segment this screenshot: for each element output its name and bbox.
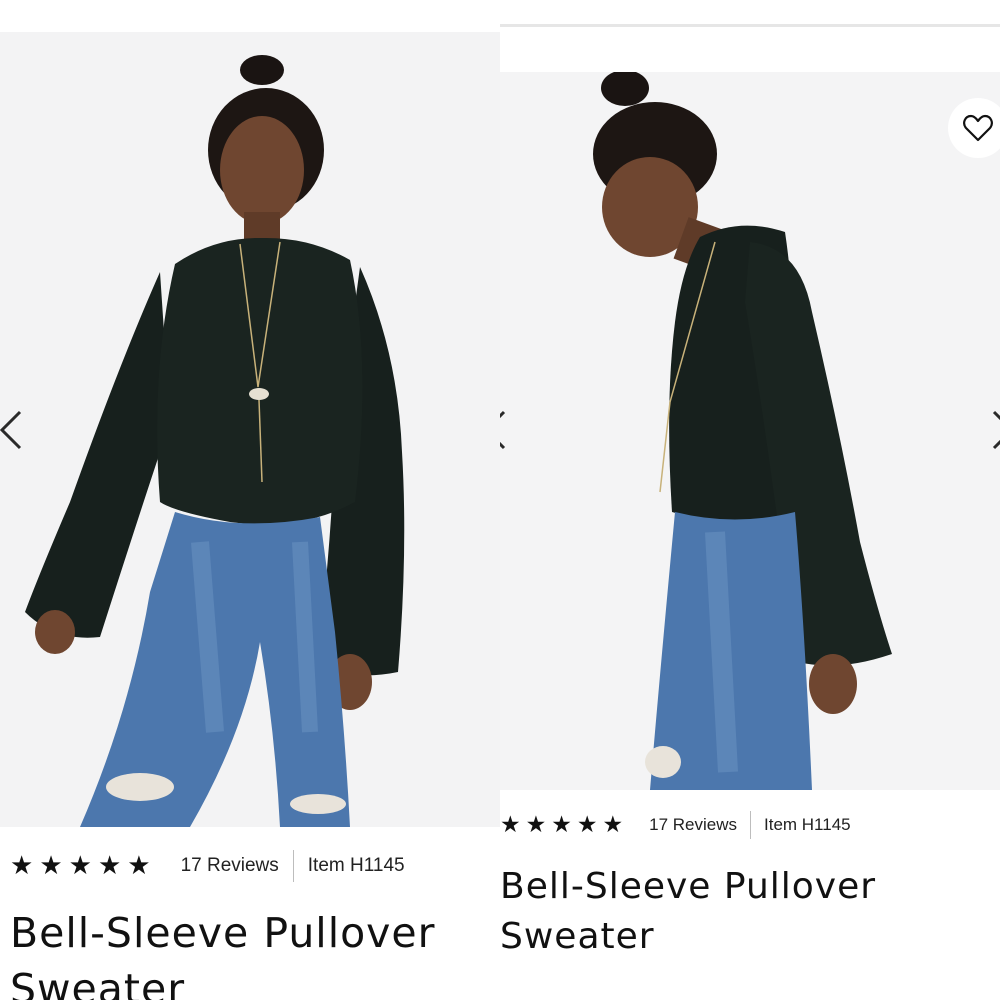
product-image-side[interactable] [500,72,1000,790]
star-rating: ★ ★ ★ ★ ★ [500,811,624,838]
star-filled-icon: ★ [551,811,572,838]
product-title: Bell-Sleeve Pullover Sweater [10,905,436,1000]
top-bar [500,0,1000,27]
top-bar [0,0,500,32]
star-filled-icon: ★ [525,811,547,838]
chevron-right-icon [992,410,1000,450]
star-filled-icon: ★ [10,851,34,881]
star-rating: ★ ★ ★ ★ ★ [10,853,151,879]
star-filled-icon: ★ [97,851,122,881]
product-image-front[interactable] [0,32,500,827]
product-title-line2: Sweater [500,916,655,957]
header-space [500,27,1000,72]
chevron-left-icon [500,410,506,450]
prev-image-button[interactable] [0,400,34,460]
star-filled-icon: ★ [576,811,598,838]
divider [292,850,294,882]
item-number: Item H1145 [307,855,405,876]
chevron-left-icon [0,410,22,450]
favorite-button[interactable] [948,98,1000,158]
rating-row: ★ ★ ★ ★ ★ 17 Reviews Item H1145 [10,850,405,882]
divider [750,811,751,839]
product-title-line1: Bell-Sleeve Pullover [10,909,436,957]
product-title-line1: Bell-Sleeve Pullover [500,866,877,907]
star-filled-icon: ★ [500,811,521,838]
next-image-button[interactable] [980,400,1000,460]
prev-image-button[interactable] [500,400,518,460]
star-filled-icon: ★ [602,811,624,838]
star-filled-icon: ★ [68,851,92,881]
star-filled-icon: ★ [127,851,151,881]
product-title: Bell-Sleeve Pullover Sweater [500,862,876,962]
model-illustration-front [25,55,405,827]
item-number: Item H1145 [764,815,851,834]
reviews-link[interactable]: 17 Reviews [649,815,737,835]
product-view-right: ★ ★ ★ ★ ★ 17 Reviews Item H1145 Bell-Sle… [500,0,1000,1000]
rating-row: ★ ★ ★ ★ ★ 17 Reviews Item H1145 [500,811,851,839]
product-title-line2: Sweater [10,965,186,1000]
model-illustration-side [593,72,892,790]
reviews-link[interactable]: 17 Reviews [181,855,279,877]
product-view-left: ★ ★ ★ ★ ★ 17 Reviews Item H1145 Bell-Sle… [0,0,500,1000]
heart-outline-icon [963,114,993,142]
star-filled-icon: ★ [39,851,63,881]
